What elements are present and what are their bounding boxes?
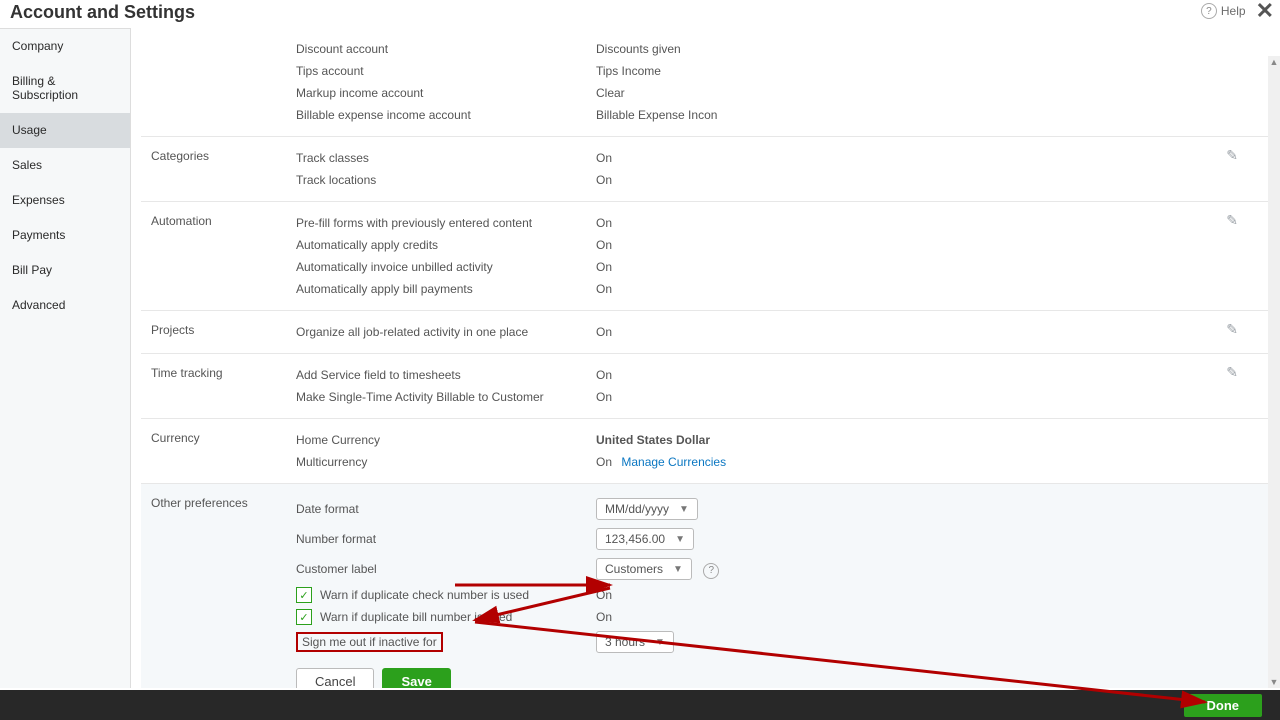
signout-label-highlight: Sign me out if inactive for bbox=[296, 632, 443, 652]
date-format-select[interactable]: MM/dd/yyyy ▼ bbox=[596, 498, 698, 520]
row-value: Discounts given bbox=[596, 42, 681, 56]
customer-label-select[interactable]: Customers ▼ bbox=[596, 558, 692, 580]
help-label: Help bbox=[1221, 4, 1246, 18]
section-projects: Projects Organize all job-related activi… bbox=[141, 311, 1268, 354]
sidebar-item-company[interactable]: Company bbox=[0, 29, 130, 64]
edit-icon[interactable]: ✎ bbox=[1226, 147, 1238, 164]
chevron-down-icon: ▼ bbox=[673, 564, 683, 575]
help-link[interactable]: ? Help bbox=[1193, 3, 1246, 19]
chevron-down-icon: ▼ bbox=[675, 534, 685, 545]
chevron-down-icon: ▼ bbox=[679, 504, 689, 515]
sidebar: Company Billing & Subscription Usage Sal… bbox=[0, 28, 131, 688]
help-icon: ? bbox=[1201, 3, 1217, 19]
help-icon[interactable]: ? bbox=[703, 563, 719, 579]
settings-scroll-area: Discount accountDiscounts given Tips acc… bbox=[131, 28, 1268, 688]
chevron-down-icon: ▼ bbox=[655, 637, 665, 648]
section-other-preferences: Other preferences Date format MM/dd/yyyy… bbox=[141, 484, 1268, 688]
page-title: Account and Settings bbox=[10, 2, 195, 23]
warn-duplicate-check-checkbox[interactable]: ✓ bbox=[296, 587, 312, 603]
done-button[interactable]: Done bbox=[1184, 694, 1263, 717]
edit-icon[interactable]: ✎ bbox=[1226, 212, 1238, 229]
save-button[interactable]: Save bbox=[382, 668, 450, 688]
signout-duration-select[interactable]: 3 hours ▼ bbox=[596, 631, 674, 653]
section-currency: Currency Home Currency United States Dol… bbox=[141, 419, 1268, 484]
sidebar-item-sales[interactable]: Sales bbox=[0, 148, 130, 183]
sidebar-item-billpay[interactable]: Bill Pay bbox=[0, 253, 130, 288]
header: Account and Settings ? Help ✕ bbox=[0, 0, 1280, 28]
scrollbar[interactable]: ▲ ▼ bbox=[1268, 56, 1280, 688]
section-categories: Categories Track classesOn Track locatio… bbox=[141, 137, 1268, 202]
sidebar-item-expenses[interactable]: Expenses bbox=[0, 183, 130, 218]
edit-icon[interactable]: ✎ bbox=[1226, 321, 1238, 338]
sidebar-item-billing[interactable]: Billing & Subscription bbox=[0, 64, 130, 113]
warn-duplicate-bill-checkbox[interactable]: ✓ bbox=[296, 609, 312, 625]
cancel-button[interactable]: Cancel bbox=[296, 668, 374, 688]
row-label: Discount account bbox=[296, 42, 596, 56]
sidebar-item-payments[interactable]: Payments bbox=[0, 218, 130, 253]
number-format-select[interactable]: 123,456.00 ▼ bbox=[596, 528, 694, 550]
sidebar-item-advanced[interactable]: Advanced bbox=[0, 288, 130, 323]
section-automation: Automation Pre-fill forms with previousl… bbox=[141, 202, 1268, 311]
edit-icon[interactable]: ✎ bbox=[1226, 364, 1238, 381]
close-icon[interactable]: ✕ bbox=[1256, 0, 1274, 22]
section-time-tracking: Time tracking Add Service field to times… bbox=[141, 354, 1268, 419]
manage-currencies-link[interactable]: Manage Currencies bbox=[621, 455, 726, 469]
sidebar-item-usage[interactable]: Usage bbox=[0, 113, 130, 148]
bottom-bar: Done bbox=[0, 690, 1280, 720]
scroll-up-icon[interactable]: ▲ bbox=[1268, 56, 1280, 68]
scroll-down-icon[interactable]: ▼ bbox=[1268, 676, 1280, 688]
